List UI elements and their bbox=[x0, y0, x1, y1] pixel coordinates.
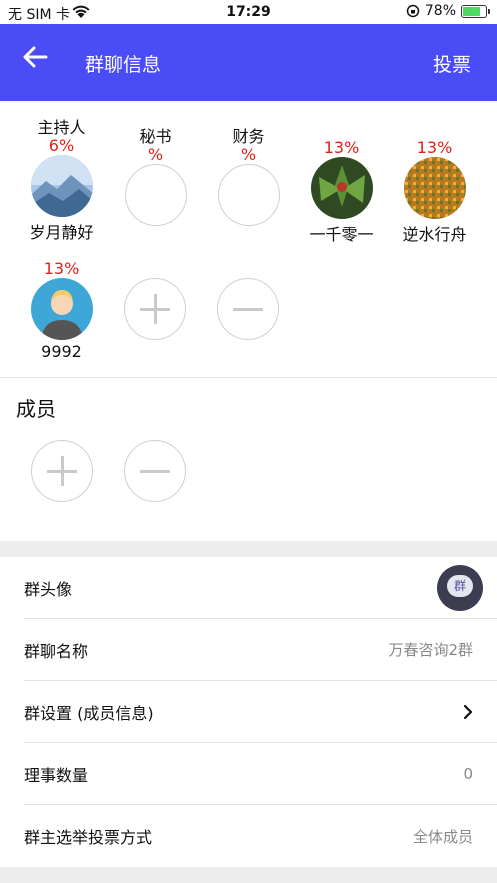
member-slot[interactable]: 13% 逆水行舟 bbox=[388, 139, 481, 245]
remove-role-button[interactable] bbox=[217, 278, 279, 340]
role-percent: % bbox=[240, 145, 257, 164]
director-count-value: 0 bbox=[463, 764, 473, 783]
minus-icon bbox=[233, 308, 263, 311]
role-panel: 主持人 6% 岁月静好 秘书 % 财务 % 13% 一千零一 13% 逆水行舟 … bbox=[0, 101, 497, 377]
row-label: 群聊名称 bbox=[24, 641, 89, 661]
nav-bar: 群聊信息 投票 bbox=[0, 24, 497, 101]
member-name: 9992 bbox=[41, 342, 82, 361]
avatar bbox=[310, 157, 373, 219]
group-avatar-row[interactable]: 群头像 群 bbox=[24, 557, 497, 619]
election-method-value: 全体成员 bbox=[412, 827, 473, 846]
role-label: 主持人 bbox=[37, 118, 86, 137]
election-method-row[interactable]: 群主选举投票方式 全体成员 bbox=[24, 805, 497, 867]
member-name: 岁月静好 bbox=[29, 223, 94, 242]
member-name: 逆水行舟 bbox=[402, 225, 467, 244]
settings-list: 群头像 群 群聊名称 万春咨询2群 群设置 (成员信息) 理事数量 0 群主选举… bbox=[0, 557, 497, 867]
role-percent: 13% bbox=[323, 138, 360, 157]
group-avatar: 群 bbox=[437, 564, 483, 611]
member-slot[interactable]: 13% 9992 bbox=[15, 260, 108, 361]
empty-avatar[interactable] bbox=[124, 164, 187, 226]
row-label: 群设置 (成员信息) bbox=[24, 703, 154, 723]
minus-icon bbox=[140, 470, 170, 473]
avatar bbox=[403, 157, 466, 219]
role-label: 财务 bbox=[232, 127, 265, 146]
row-label: 群主选举投票方式 bbox=[24, 828, 153, 847]
role-percent: 6% bbox=[48, 136, 75, 155]
battery-percent: 78% bbox=[424, 3, 456, 19]
orientation-lock-icon bbox=[406, 4, 420, 18]
back-arrow-icon[interactable] bbox=[20, 42, 50, 72]
empty-avatar[interactable] bbox=[217, 164, 280, 226]
avatar bbox=[30, 155, 93, 217]
remove-member-button[interactable] bbox=[124, 440, 186, 502]
role-slot-finance[interactable]: 财务 % bbox=[202, 128, 295, 226]
battery-icon bbox=[461, 4, 490, 18]
role-label: 秘书 bbox=[139, 127, 172, 146]
vote-button[interactable]: 投票 bbox=[433, 50, 471, 77]
group-settings-row[interactable]: 群设置 (成员信息) bbox=[24, 681, 497, 743]
group-avatar-glyph: 群 bbox=[447, 574, 473, 597]
director-count-row[interactable]: 理事数量 0 bbox=[24, 743, 497, 805]
avatar bbox=[30, 278, 93, 340]
members-section: 成员 bbox=[0, 377, 497, 541]
status-bar: 无 SIM 卡 17:29 78% bbox=[0, 0, 497, 24]
page-title: 群聊信息 bbox=[85, 54, 162, 76]
row-label: 理事数量 bbox=[24, 765, 89, 785]
role-slot-secretary[interactable]: 秘书 % bbox=[109, 128, 202, 226]
row-label: 群头像 bbox=[24, 579, 73, 599]
chevron-right-icon bbox=[463, 704, 473, 719]
members-label: 成员 bbox=[16, 397, 56, 421]
role-percent: 13% bbox=[43, 259, 80, 278]
role-percent: 13% bbox=[416, 138, 453, 157]
role-slot-host[interactable]: 主持人 6% 岁月静好 bbox=[15, 119, 108, 243]
add-role-button[interactable] bbox=[124, 278, 186, 340]
role-percent: % bbox=[147, 145, 164, 164]
member-slot[interactable]: 13% 一千零一 bbox=[295, 139, 388, 245]
group-name-row[interactable]: 群聊名称 万春咨询2群 bbox=[24, 619, 497, 681]
add-member-button[interactable] bbox=[31, 440, 93, 502]
group-name-value: 万春咨询2群 bbox=[388, 641, 473, 659]
member-name: 一千零一 bbox=[309, 225, 374, 244]
